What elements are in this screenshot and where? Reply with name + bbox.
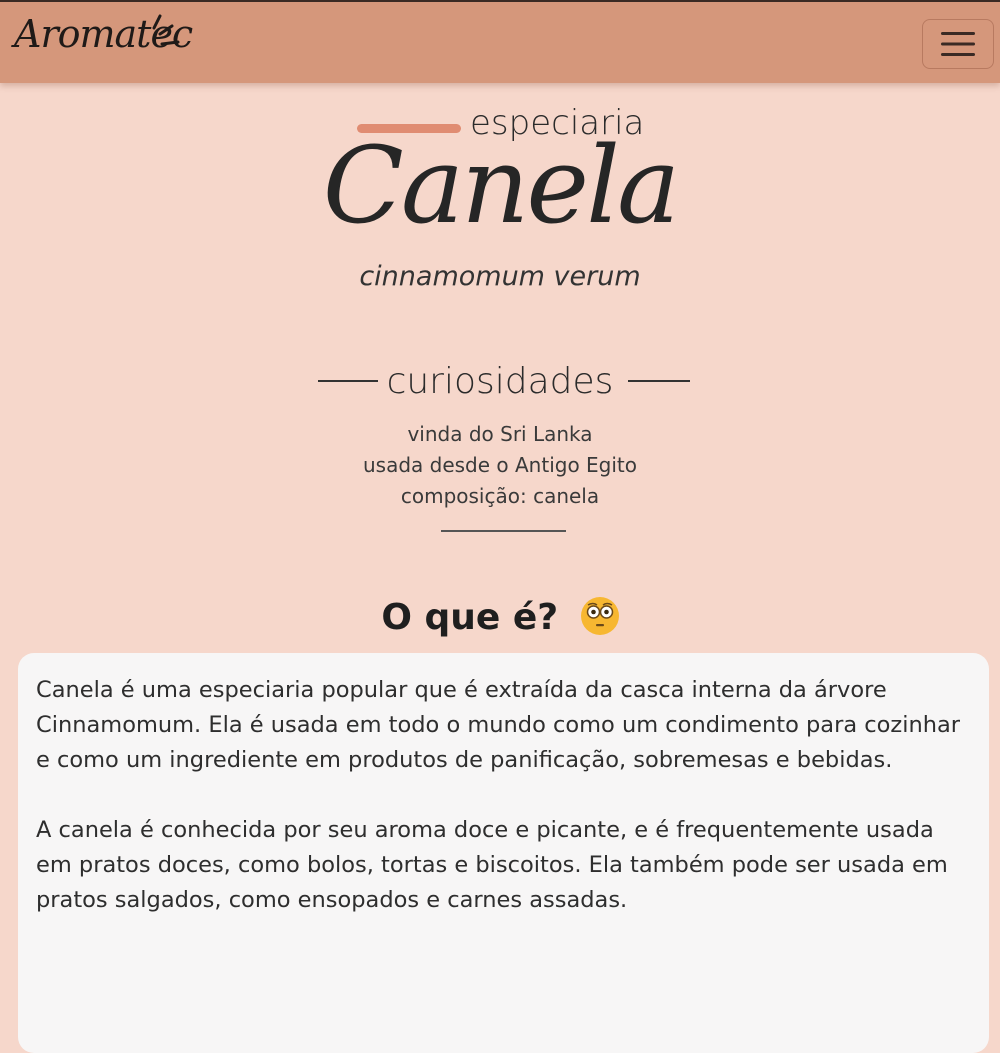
divider-right xyxy=(628,380,690,382)
divider-bottom xyxy=(441,530,566,532)
curiosities-title: curiosidades xyxy=(386,361,614,402)
scientific-name: cinnamomum verum xyxy=(359,261,641,292)
fact-item: vinda do Sri Lanka xyxy=(407,422,593,446)
description-paragraph: A canela é conhecida por seu aroma doce … xyxy=(36,817,948,913)
section-heading: O que é? xyxy=(0,597,1000,638)
page-title: Canela xyxy=(322,124,680,247)
flushed-face-icon xyxy=(580,597,619,635)
fact-item: usada desde o Antigo Egito xyxy=(362,453,638,477)
curiosities-list: vinda do Sri Lanka usada desde o Antigo … xyxy=(0,419,1000,512)
navbar: Aromatec xyxy=(0,0,1000,83)
description-card: Canela é uma especiaria popular que é ex… xyxy=(18,653,989,1053)
hamburger-icon xyxy=(941,32,975,56)
section-heading-text: O que é? xyxy=(381,597,559,638)
description-paragraph: Canela é uma especiaria popular que é ex… xyxy=(36,677,961,773)
menu-toggle-button[interactable] xyxy=(922,19,994,69)
sparkle-icon xyxy=(152,14,180,46)
fact-item: composição: canela xyxy=(400,484,600,508)
